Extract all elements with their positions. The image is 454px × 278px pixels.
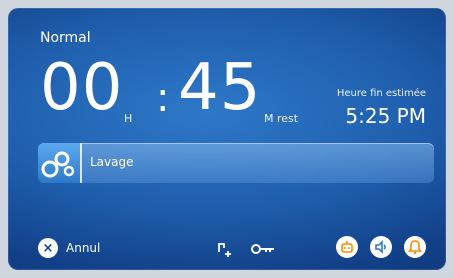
bubbles-icon [41,151,75,178]
washer-display: Normal 00 H : 45 M rest Heure fin estimé… [0,0,454,278]
robot-icon [341,241,353,253]
bottom-bar: × Annul [8,230,446,270]
cycle-stage-label: Lavage [90,155,134,169]
alarm-icon [407,240,423,255]
cancel-button[interactable]: × Annul [38,238,100,258]
cycle-mode: Normal [40,30,91,46]
wash-cycle-icon [38,143,82,183]
alarm-button[interactable] [404,236,426,258]
speaker-icon [375,240,386,254]
control-panel-screen: Normal 00 H : 45 M rest Heure fin estimé… [8,8,446,270]
timer-colon: : [156,75,170,121]
cancel-label: Annul [66,241,101,255]
timer-minutes-unit: M rest [264,112,299,125]
quick-actions [336,236,426,258]
close-icon: × [38,238,58,258]
timer-hours-unit: H [124,112,133,125]
status-icons [216,240,276,258]
cycle-progress-bar[interactable]: Lavage [38,143,434,183]
child-lock-icon [218,243,231,257]
eta-label: Heure fin estimée [336,88,426,99]
eta-time: 5:25 PM [345,104,426,128]
robot-button[interactable] [336,236,358,258]
sound-button[interactable] [370,236,392,258]
timer-minutes: 45 [178,51,262,125]
timer-hours: 00 [40,51,124,125]
key-icon [251,244,274,254]
